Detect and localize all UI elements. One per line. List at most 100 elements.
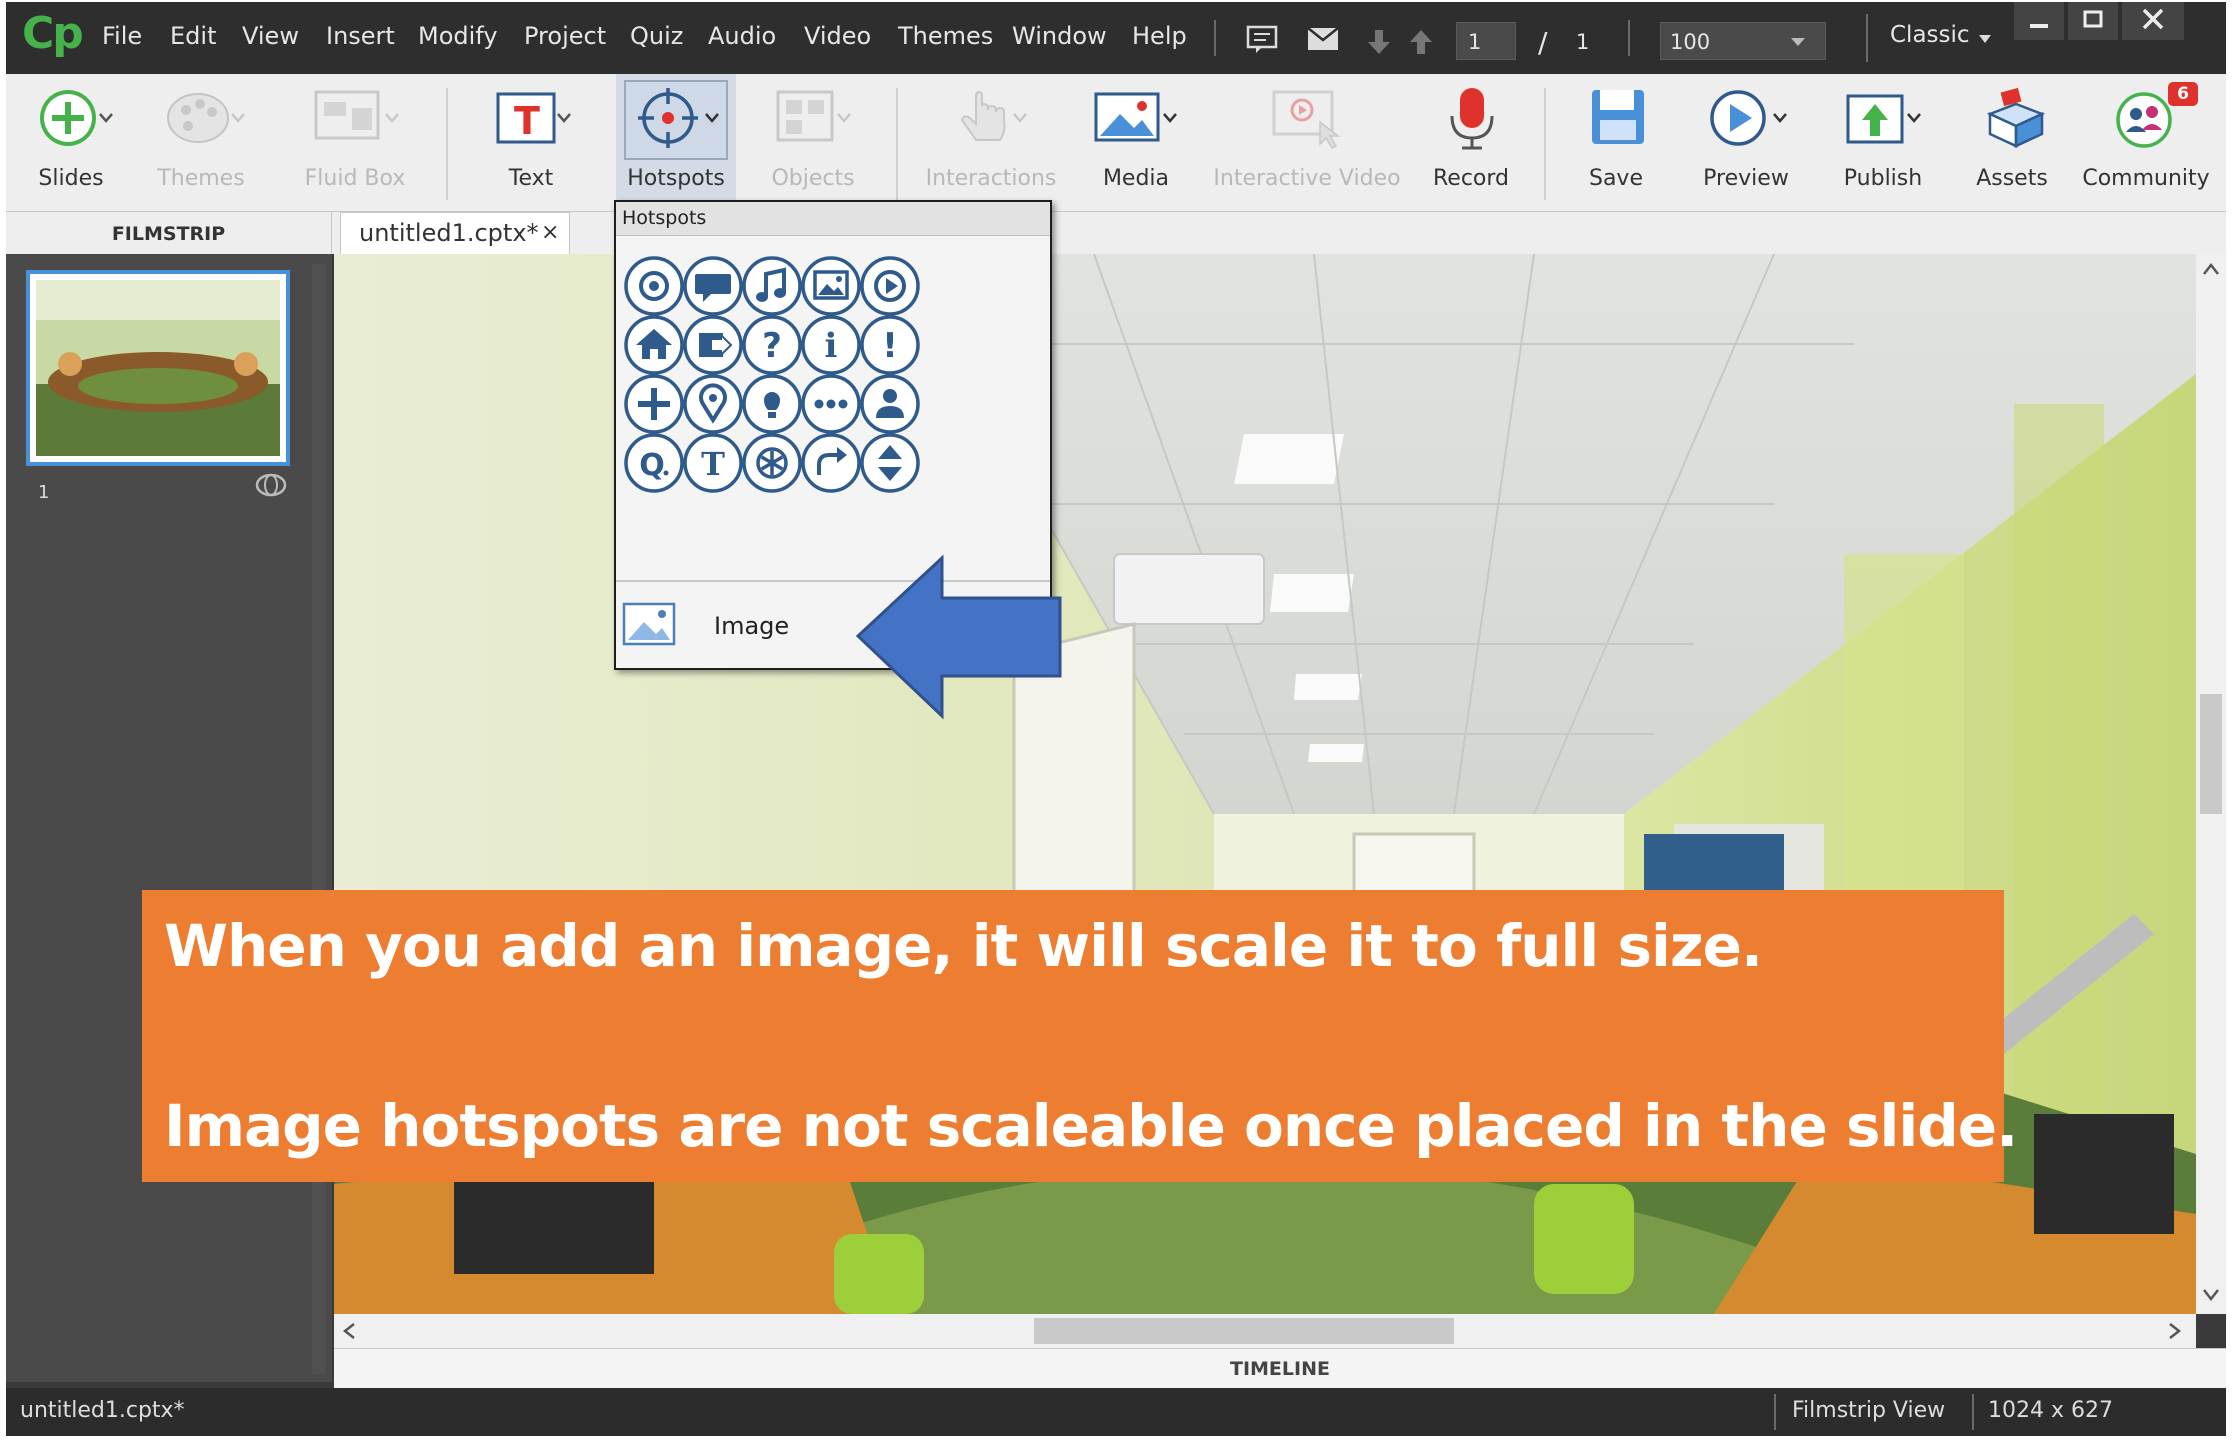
- status-bar: untitled1.cptx* Filmstrip View 1024 x 62…: [6, 1388, 2226, 1436]
- filmstrip-scrollbar[interactable]: [312, 264, 326, 1374]
- arrow-down-icon[interactable]: [1366, 28, 1392, 56]
- hotspot-music-note-icon[interactable]: [740, 254, 804, 318]
- toolbar-separator: [446, 88, 448, 200]
- scroll-up-icon[interactable]: [2202, 262, 2220, 276]
- vertical-scroll-thumb[interactable]: [2200, 694, 2222, 814]
- community-notification-badge: 6: [2168, 82, 2198, 106]
- app-logo: Cp: [22, 8, 84, 59]
- maximize-button[interactable]: [2068, 2, 2118, 40]
- timeline-panel[interactable]: TIMELINE: [334, 1348, 2226, 1388]
- themes-button[interactable]: Themes: [146, 74, 256, 212]
- status-dimensions: 1024 x 627: [1988, 1398, 2113, 1423]
- filmstrip-header: FILMSTRIP: [6, 212, 332, 254]
- hotspot-plus-icon[interactable]: [622, 372, 686, 436]
- document-tab-title: untitled1.cptx*: [359, 219, 539, 247]
- image-item-label: Image: [714, 612, 790, 640]
- scroll-down-icon[interactable]: [2202, 1288, 2220, 1302]
- hotspot-picture-icon[interactable]: [799, 254, 863, 318]
- preview-button[interactable]: Preview: [1686, 74, 1806, 212]
- community-button[interactable]: 6 Community: [2076, 74, 2216, 212]
- hotspot-asterisk-icon[interactable]: [740, 431, 804, 495]
- hotspot-t-letter-icon[interactable]: T: [681, 431, 745, 495]
- hotspot-exclamation-icon[interactable]: !: [858, 313, 922, 377]
- annotation-callout: When you add an image, it will scale it …: [142, 890, 2018, 1182]
- save-disk-icon: [1592, 90, 1644, 144]
- assets-button[interactable]: Assets: [1962, 74, 2062, 212]
- hotspot-chat-bubble-icon[interactable]: [681, 254, 745, 318]
- menu-video[interactable]: Video: [804, 22, 871, 50]
- hotspot-lightbulb-icon[interactable]: [740, 372, 804, 436]
- fluid-box-button[interactable]: Fluid Box: [290, 74, 420, 212]
- hotspot-ellipsis-icon[interactable]: [799, 372, 863, 436]
- text-label: Text: [508, 166, 554, 191]
- interactive-video-icon: [1272, 90, 1341, 149]
- stage-vertical-scrollbar[interactable]: [2196, 254, 2226, 1314]
- status-separator: [1972, 1394, 1974, 1430]
- menu-modify[interactable]: Modify: [418, 22, 498, 50]
- hotspot-person-icon[interactable]: [858, 372, 922, 436]
- horizontal-scroll-thumb[interactable]: [1034, 1318, 1454, 1344]
- save-button[interactable]: Save: [1566, 74, 1666, 212]
- hotspot-home-icon[interactable]: [622, 313, 686, 377]
- workspace-switcher[interactable]: Classic: [1890, 22, 1970, 48]
- toolbar-separator: [896, 88, 898, 200]
- hotspot-question-icon[interactable]: ?: [740, 313, 804, 377]
- hotspots-button[interactable]: Hotspots: [616, 74, 736, 212]
- hotspot-play-icon[interactable]: [858, 254, 922, 318]
- menu-file[interactable]: File: [102, 22, 142, 50]
- menu-themes[interactable]: Themes: [898, 22, 993, 50]
- scroll-left-icon[interactable]: [342, 1322, 356, 1340]
- status-filename: untitled1.cptx*: [20, 1398, 185, 1423]
- nav-separator: [1628, 20, 1630, 56]
- zoom-chevron-down-icon[interactable]: [1790, 36, 1806, 48]
- slide-thumbnail-image: [36, 280, 280, 456]
- media-button[interactable]: Media: [1076, 74, 1196, 212]
- scroll-right-icon[interactable]: [2168, 1322, 2182, 1340]
- menu-edit[interactable]: Edit: [170, 22, 216, 50]
- objects-button[interactable]: Objects: [758, 74, 868, 212]
- interactions-label: Interactions: [925, 166, 1057, 191]
- stage-horizontal-scrollbar[interactable]: [334, 1314, 2196, 1348]
- microphone-icon: [1450, 88, 1494, 150]
- hotspot-info-icon[interactable]: i: [799, 313, 863, 377]
- svg-text:?: ?: [762, 326, 782, 366]
- hotspot-exit-icon[interactable]: [681, 313, 745, 377]
- hotspot-q-letter-icon[interactable]: Q: [622, 431, 686, 495]
- menu-quiz[interactable]: Quiz: [630, 22, 683, 50]
- hotspot-target-icon[interactable]: [622, 254, 686, 318]
- hotspot-redo-arrow-icon[interactable]: [799, 431, 863, 495]
- slide-thumbnail[interactable]: [26, 270, 290, 466]
- caption-icon[interactable]: [1246, 24, 1280, 54]
- svg-text:i: i: [825, 326, 838, 366]
- menu-window[interactable]: Window: [1012, 22, 1107, 50]
- close-window-button[interactable]: [2122, 2, 2184, 40]
- text-button[interactable]: T Text: [476, 74, 586, 212]
- interactions-button[interactable]: Interactions: [916, 74, 1066, 212]
- menu-view[interactable]: View: [242, 22, 299, 50]
- workspace-separator: [1866, 14, 1868, 62]
- menu-separator: [1214, 20, 1216, 56]
- menu-audio[interactable]: Audio: [708, 22, 776, 50]
- fluid-box-icon: [314, 90, 399, 140]
- slides-label: Slides: [38, 166, 104, 191]
- document-tab[interactable]: untitled1.cptx* ×: [340, 212, 570, 254]
- menu-help[interactable]: Help: [1132, 22, 1187, 50]
- hotspot-up-down-icon[interactable]: [858, 431, 922, 495]
- workspace-chevron-down-icon[interactable]: [1978, 34, 1992, 44]
- svg-text:T: T: [514, 99, 540, 143]
- mail-icon[interactable]: [1306, 26, 1342, 52]
- menu-insert[interactable]: Insert: [326, 22, 395, 50]
- media-label: Media: [1102, 166, 1170, 191]
- publish-label: Publish: [1843, 166, 1923, 191]
- hotspot-location-pin-icon[interactable]: [681, 372, 745, 436]
- publish-button[interactable]: Publish: [1828, 74, 1938, 212]
- record-button[interactable]: Record: [1416, 74, 1526, 212]
- minimize-button[interactable]: [2014, 2, 2064, 40]
- slides-button[interactable]: Slides: [16, 74, 126, 212]
- slide-number-input[interactable]: [1456, 22, 1516, 60]
- interactive-video-button[interactable]: Interactive Video: [1212, 74, 1402, 212]
- menu-project[interactable]: Project: [524, 22, 606, 50]
- arrow-up-icon[interactable]: [1408, 28, 1434, 56]
- interactive-video-label: Interactive Video: [1213, 166, 1401, 191]
- close-tab-icon[interactable]: ×: [541, 213, 559, 253]
